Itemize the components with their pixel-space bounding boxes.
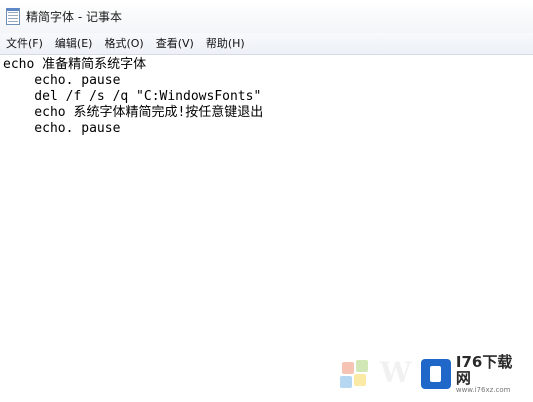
watermark-letter: W (380, 356, 412, 389)
text-line: del /f /s /q "C:WindowsFonts" (3, 89, 262, 104)
site-watermark: I76下载网 www.i76xz.com (421, 354, 527, 394)
site-logo-icon (421, 359, 451, 389)
title-bar: 精简字体 - 记事本 (0, 0, 533, 33)
text-line: echo 准备精简系统字体 (3, 57, 147, 72)
text-line: echo. pause (3, 121, 121, 136)
notepad-icon (6, 8, 20, 25)
watermark-url: www.i76xz.com (455, 385, 511, 394)
menu-format[interactable]: 格式(O) (98, 34, 149, 53)
menu-bar: 文件(F) 编辑(E) 格式(O) 查看(V) 帮助(H) (0, 33, 533, 55)
text-editor-area[interactable]: echo 准备精简系统字体 echo. pause del /f /s /q "… (0, 55, 533, 402)
windows-logo-watermark: W (332, 354, 412, 394)
text-line: echo. pause (3, 73, 121, 88)
window-title: 精简字体 - 记事本 (26, 10, 122, 24)
text-line: echo 系统字体精简完成!按任意键退出 (3, 105, 264, 120)
watermark-brand: I76下载网 (455, 352, 513, 387)
menu-edit[interactable]: 编辑(E) (49, 34, 99, 53)
menu-view[interactable]: 查看(V) (150, 34, 200, 53)
menu-help[interactable]: 帮助(H) (200, 34, 251, 53)
menu-file[interactable]: 文件(F) (0, 34, 49, 53)
